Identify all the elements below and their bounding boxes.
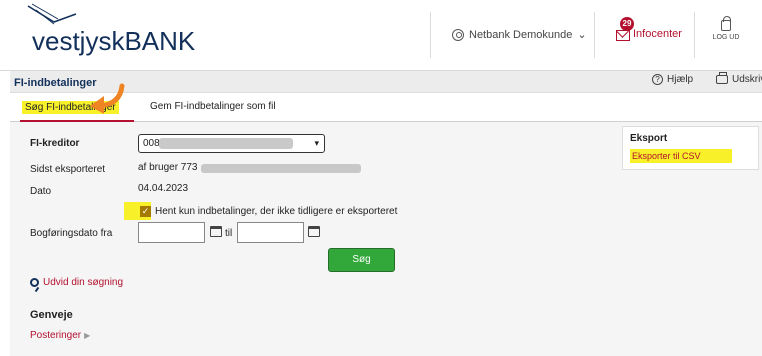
posting-date-label: Bogføringsdato fra — [30, 228, 113, 239]
chevron-right-icon: ▶ — [84, 331, 91, 340]
calendar-icon[interactable] — [308, 226, 320, 237]
creditor-select[interactable]: 0083 ▾ — [138, 134, 325, 153]
mail-icon — [616, 30, 630, 41]
date-from-input[interactable] — [138, 222, 205, 243]
print-label: Udskriv — [732, 74, 762, 85]
exported-label: Sidst eksporteret — [30, 164, 106, 175]
page-title: FI-indbetalinger — [14, 77, 97, 89]
calendar-icon[interactable] — [210, 226, 222, 237]
header-divider — [430, 12, 431, 58]
header-divider — [594, 12, 595, 58]
date-value: 04.04.2023 — [138, 183, 189, 194]
printer-icon — [716, 72, 728, 84]
shortcut-label: Posteringer — [30, 330, 82, 341]
user-name: Netbank Demokunde — [469, 28, 573, 41]
help-icon: ? — [652, 74, 663, 85]
search-button[interactable]: Søg — [328, 248, 395, 272]
help-label: Hjælp — [667, 74, 694, 85]
export-title: Eksport — [630, 133, 668, 144]
notification-badge: 29 — [620, 17, 634, 31]
date-label: Dato — [30, 186, 52, 197]
orange-arrow-annotation-icon — [90, 83, 125, 114]
expand-search-label: Udvid din søgning — [43, 277, 124, 288]
lock-icon — [721, 16, 731, 31]
shortcuts-title: Genveje — [30, 309, 73, 321]
tab-save-fi-file[interactable]: Gem FI-indbetalinger som fil — [150, 101, 276, 112]
chevron-down-icon: ▾ — [314, 138, 319, 148]
infocenter-label: Infocenter — [633, 27, 682, 40]
logo-text: vestjyskBANK — [32, 26, 196, 56]
chevron-down-icon: ⌄ — [577, 29, 587, 41]
bank-logo[interactable]: vestjyskBANK — [22, 3, 202, 64]
logout-label: LOG UD — [712, 34, 740, 41]
header: vestjyskBANK Netbank Demokunde ⌄ Infocen… — [0, 0, 762, 71]
expand-search-link[interactable]: Udvid din søgning — [30, 277, 123, 288]
only-new-checkbox[interactable]: ✓ — [140, 206, 151, 217]
user-menu[interactable]: Netbank Demokunde ⌄ — [452, 28, 587, 41]
to-label: til — [225, 228, 233, 239]
exported-value: af bruger 773 — [138, 162, 198, 173]
shortcut-postings-link[interactable]: Posteringer ▶ — [30, 330, 90, 341]
logout-button[interactable]: LOG UD — [706, 16, 746, 41]
user-icon — [452, 28, 464, 41]
creditor-label: FI-kreditor — [30, 138, 80, 149]
checkbox-label: Hent kun indbetalinger, der ikke tidlige… — [155, 206, 398, 217]
print-link[interactable]: Udskriv — [716, 72, 762, 85]
export-csv-link[interactable]: Eksporter til CSV — [630, 149, 732, 163]
redacted-area — [201, 164, 361, 173]
export-panel: Eksport Eksporter til CSV — [622, 126, 759, 170]
header-divider — [694, 12, 695, 58]
search-icon — [30, 278, 39, 287]
date-to-input[interactable] — [237, 222, 304, 243]
redacted-area — [159, 138, 293, 149]
help-link[interactable]: ? Hjælp — [652, 74, 693, 85]
form-area: FI-kreditor 0083 ▾ Sidst eksporteret af … — [10, 122, 762, 356]
